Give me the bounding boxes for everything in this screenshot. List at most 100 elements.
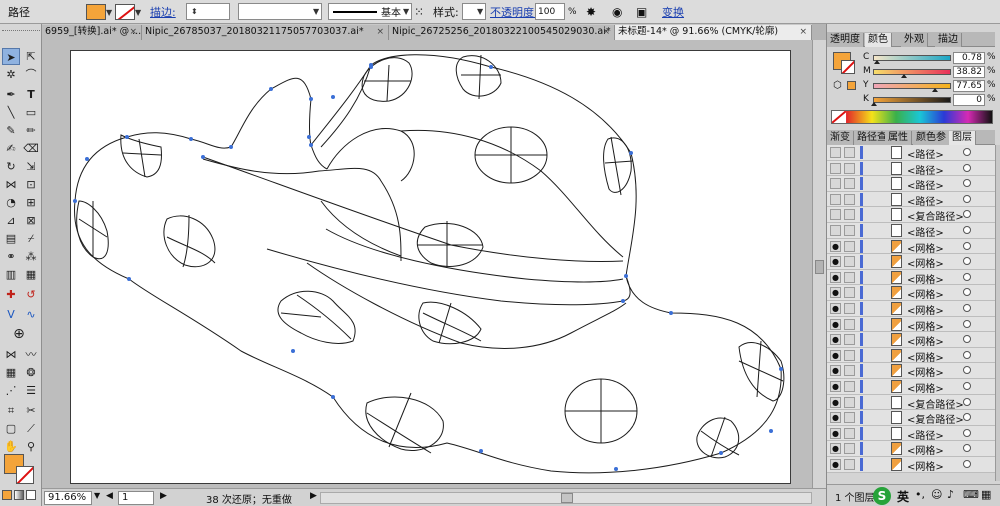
stroke-swatch-button[interactable]: ▼ [115,3,141,21]
layer-name[interactable]: <复合路径> [907,208,964,223]
layer-name[interactable]: <复合路径> [907,411,964,426]
eye-icon[interactable]: ● [830,396,841,408]
layer-name[interactable]: <复合路径> [907,396,964,411]
layer-row[interactable]: ● <网格> [827,457,995,473]
lock-toggle[interactable] [844,303,855,314]
close-icon[interactable]: × [799,25,807,39]
layer-row[interactable]: <路径> [827,223,995,239]
scroll-thumb[interactable] [815,260,824,274]
lasso-tool-icon[interactable]: ⌒ [22,66,40,83]
eye-icon[interactable]: ● [830,412,841,424]
twirl-tool-icon[interactable]: ❂ [22,364,40,381]
shape-builder-tool-icon[interactable]: ◔ [2,194,20,211]
lock-toggle[interactable] [844,209,855,221]
target-icon[interactable] [963,241,971,250]
layer-row[interactable]: <路径> [827,191,995,208]
eye-icon[interactable]: ● [830,240,841,252]
brush-options-icon[interactable]: ⁙ [414,3,424,21]
layer-name[interactable]: <网格> [907,318,944,333]
convert-anchor-icon[interactable]: ᐯ [2,306,20,323]
lock-toggle[interactable] [844,225,855,236]
live-paint-tool-icon[interactable]: ⊞ [22,194,40,211]
blob-brush-tool-icon[interactable]: ✍ [2,140,20,157]
color-spectrum-bar[interactable] [831,110,993,124]
slider-thumb[interactable] [874,60,880,64]
lock-toggle[interactable] [844,178,855,190]
lock-toggle[interactable] [844,443,855,455]
layer-row[interactable]: ● <网格> [827,363,995,379]
layer-name[interactable]: <网格> [907,255,944,270]
crosshair-tool-icon[interactable]: ⊕ [10,326,28,343]
cyan-value-input[interactable]: 0.78 [953,52,985,64]
perspective-grid-tool-icon[interactable]: ⊿ [2,212,20,229]
width-tool-icon[interactable]: ⋈ [2,176,20,193]
target-icon[interactable] [963,194,971,203]
tab-attributes[interactable]: 属性 [885,131,912,145]
stroke-color-box[interactable] [16,466,34,484]
list-tool-icon[interactable]: ☰ [22,382,40,399]
direct-selection-tool-icon[interactable]: ⇱ [22,48,40,65]
target-icon[interactable] [963,257,971,266]
black-value-input[interactable]: 0 [953,94,985,106]
gradient-tool-icon[interactable]: ▤ [2,230,20,247]
layer-row[interactable]: <路径> [827,160,995,177]
layer-name[interactable]: <路径> [907,162,944,177]
tab-gradient[interactable]: 渐变 [827,131,854,145]
zoom-select[interactable]: 91.66% [44,491,92,505]
ime-logo-icon[interactable]: S [873,487,891,505]
hand-tool-icon[interactable]: ✋ [2,438,20,455]
document-tab-active[interactable]: 未标题-14* @ 91.66% (CMYK/轮廓) × [615,25,812,40]
eyedropper-tool-icon[interactable]: ⌿ [22,230,40,247]
ime-punctuation-icon[interactable]: •, [915,488,925,501]
global-edit-icon[interactable]: ◉ [612,3,622,21]
tab-appearance[interactable]: 外观 [901,33,928,47]
smooth-tool-icon[interactable]: ∿ [22,306,40,323]
prev-artboard-icon[interactable]: ◀ [106,491,113,501]
ime-mode-label[interactable]: 英 [897,488,909,505]
slider-thumb[interactable] [901,74,907,78]
lock-toggle[interactable] [844,396,855,408]
eye-icon[interactable]: ● [830,365,841,377]
pen-tool-icon[interactable]: ✒ [2,86,20,103]
next-artboard-icon[interactable]: ▶ [160,491,167,501]
layer-row[interactable]: ● <网格> [827,332,995,348]
tab-stroke[interactable]: 描边 [935,33,962,47]
target-icon[interactable] [963,319,971,328]
visibility-toggle[interactable] [830,209,841,221]
pencil-tool-icon[interactable]: ✏ [22,122,40,139]
slider-thumb[interactable] [871,102,877,106]
wrinkle-tool-icon[interactable]: 〰 [22,346,40,363]
eye-icon[interactable]: ● [830,303,841,314]
layer-row[interactable]: ● <网格> [827,254,995,270]
scale-tool-icon[interactable]: ⇲ [22,158,40,175]
recolor-artwork-icon[interactable]: ✸ [586,3,596,21]
rectangle-tool-icon[interactable]: ▭ [22,104,40,121]
style-select[interactable]: ▼ [462,3,486,20]
none-mode-button[interactable] [26,490,36,500]
layer-row[interactable]: ● <网格> [827,301,995,317]
target-icon[interactable] [963,428,971,437]
rotate-tool-icon[interactable]: ↻ [2,158,20,175]
tab-color[interactable]: 颜色 [865,33,892,47]
layer-name[interactable]: <网格> [907,458,944,473]
tab-layers[interactable]: 图层 [949,131,976,145]
target-icon[interactable] [963,148,971,156]
visibility-toggle[interactable] [830,162,841,174]
layer-name[interactable]: <网格> [907,349,944,364]
layer-row[interactable]: ● <网格> [827,347,995,364]
layer-row[interactable]: ● <网格> [827,379,995,395]
lock-toggle[interactable] [844,193,855,205]
magenta-slider[interactable] [873,69,951,75]
eye-icon[interactable]: ● [830,318,841,330]
tab-transparency[interactable]: 透明度 [827,33,864,47]
layer-name[interactable]: <路径> [907,193,944,208]
reshape-tool-icon[interactable]: ↺ [22,286,40,303]
layer-name[interactable]: <路径> [907,427,944,442]
visibility-toggle[interactable] [830,178,841,190]
layer-name[interactable]: <网格> [907,302,944,317]
lock-toggle[interactable] [844,334,855,346]
ime-voice-icon[interactable]: ♪ [947,488,954,501]
slider-thumb[interactable] [932,88,938,92]
eye-icon[interactable]: ● [830,287,841,299]
lock-toggle[interactable] [844,318,855,330]
